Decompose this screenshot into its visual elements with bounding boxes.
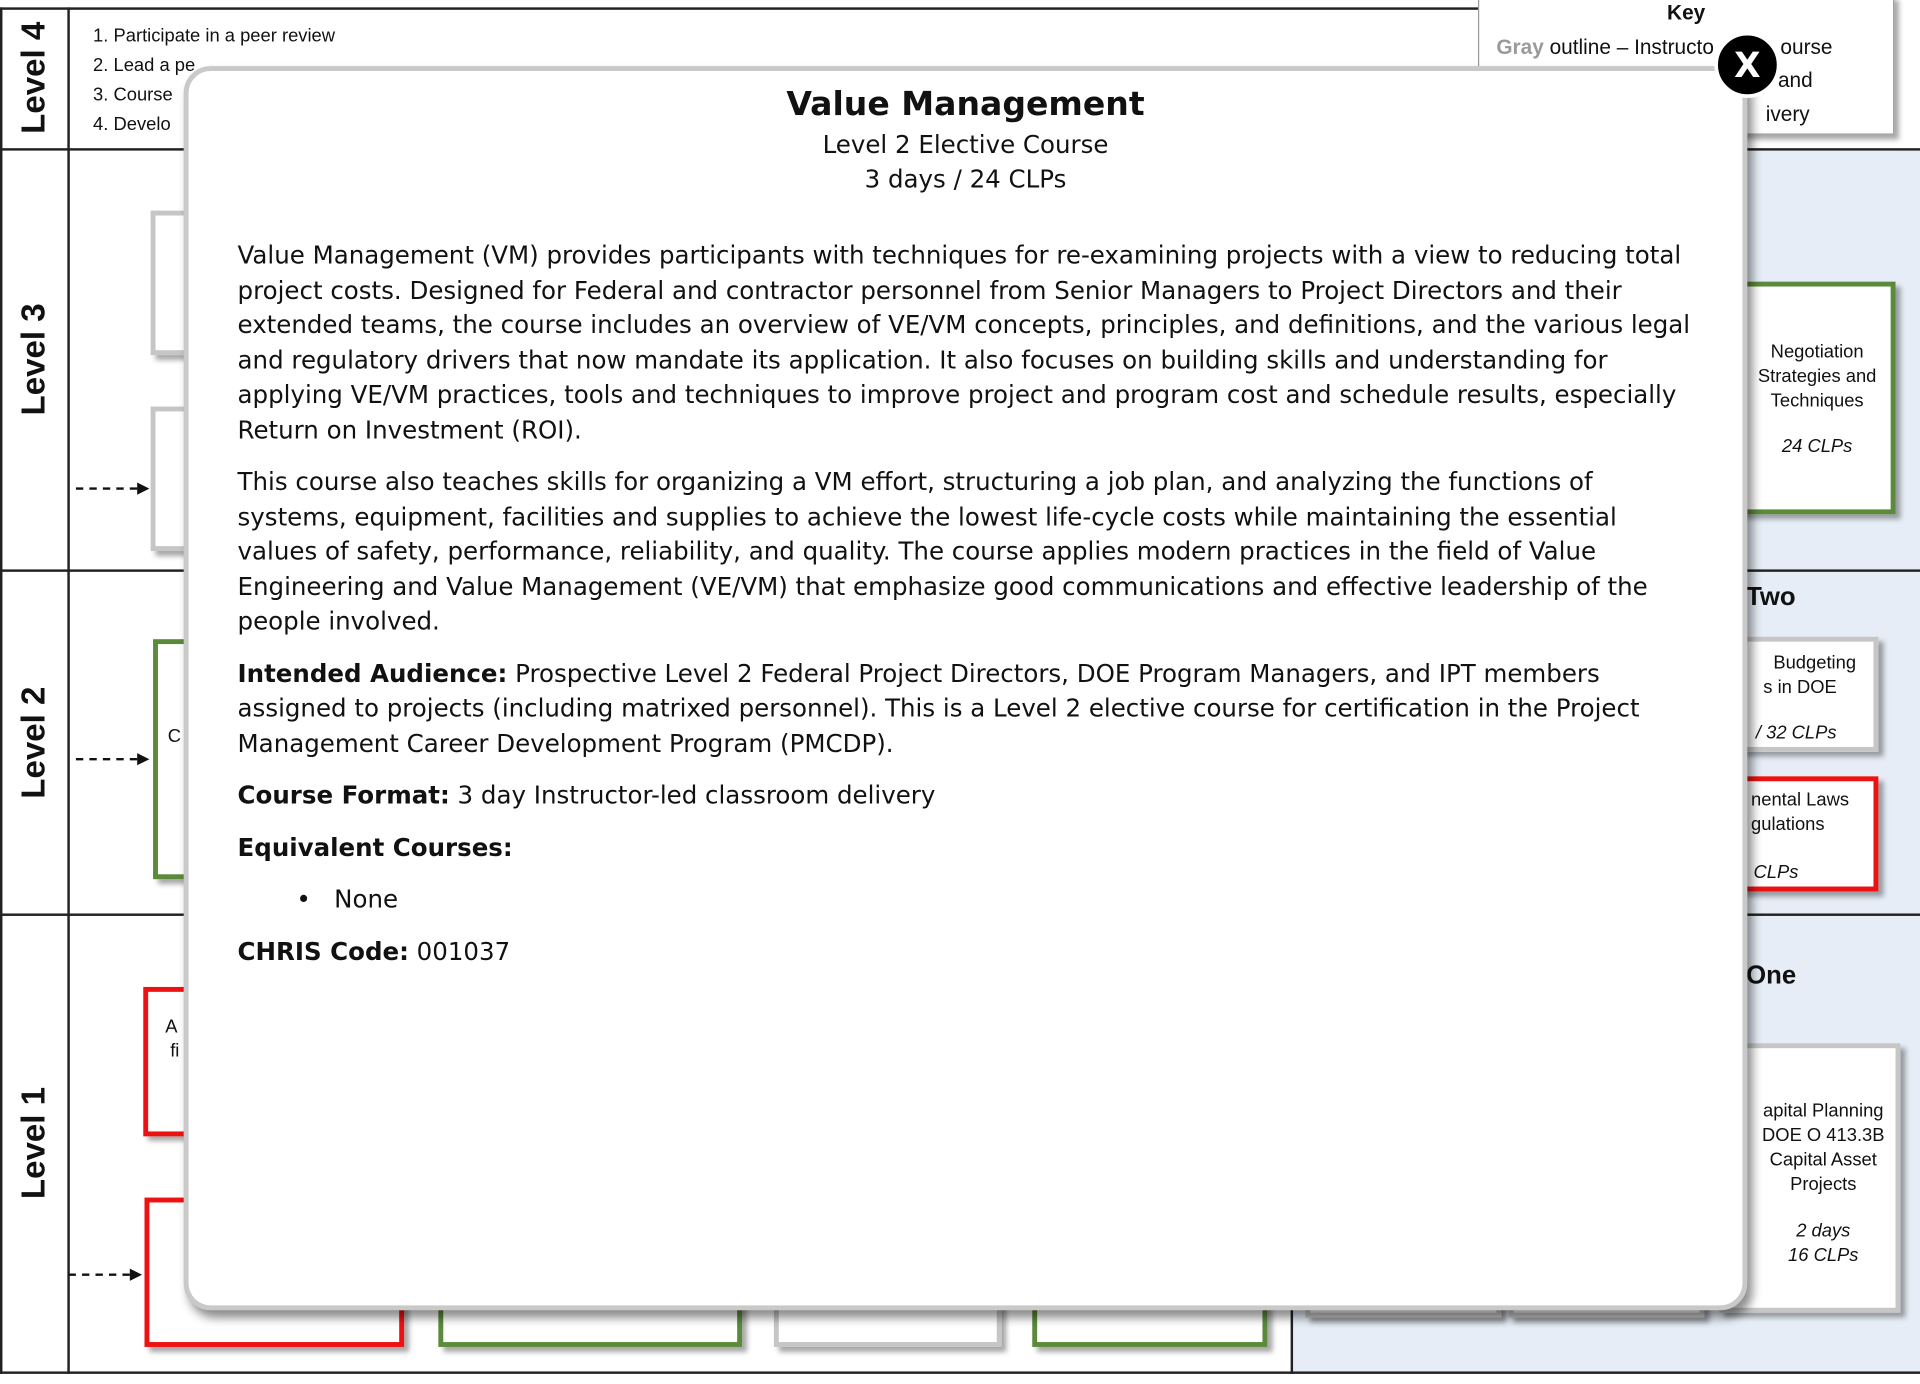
modal-subtitle: Level 2 Elective Course xyxy=(822,129,1109,160)
intended-audience: Intended Audience: Prospective Level 2 F… xyxy=(237,658,1640,758)
course-detail-modal: Value Management Level 2 Elective Course… xyxy=(183,66,1748,1311)
modal-duration: 3 days / 24 CLPs xyxy=(864,164,1067,194)
description-paragraph: Value Management (VM) provides participa… xyxy=(237,240,1691,444)
key-line-1-tail: ourse xyxy=(1780,35,1833,59)
key-line-2-tail: and xyxy=(1777,68,1813,92)
course-format: Course Format: 3 day Instructor-led clas… xyxy=(237,780,936,810)
dashed-arrow xyxy=(68,1268,143,1281)
level-1-label: Level 1 xyxy=(15,1087,53,1200)
course-box-environmental[interactable]: nental Laws gulations CLPs xyxy=(1726,776,1879,892)
level-3-label: Level 3 xyxy=(15,303,53,416)
list-item: 1. Participate in a peer review xyxy=(93,25,336,47)
level-2-label: Level 2 xyxy=(15,685,53,799)
equivalent-courses-label: Equivalent Courses: xyxy=(237,832,513,862)
chris-code: CHRIS Code: 001037 xyxy=(237,936,511,966)
dashed-arrow xyxy=(75,753,150,766)
modal-body: Value Management (VM) provides participa… xyxy=(238,238,1694,986)
page-scaler: Level 4 Level 3 Level 2 Level 1 1. Parti… xyxy=(0,0,1920,1384)
course-box-negotiation[interactable]: Negotiation Strategies and Techniques 24… xyxy=(1738,281,1896,515)
section-heading-one: One xyxy=(1746,961,1797,990)
dashed-arrow xyxy=(75,482,150,495)
close-button[interactable]: X xyxy=(1714,31,1781,98)
section-heading-two: Two xyxy=(1746,582,1796,612)
key-line-3-tail: ivery xyxy=(1765,102,1810,127)
list-item: • None xyxy=(296,884,399,914)
grid-line xyxy=(0,7,1482,10)
course-box-budgeting[interactable]: Budgeting s in DOE / 32 CLPs xyxy=(1726,636,1879,752)
grid-line xyxy=(0,1371,1920,1374)
modal-title: Value Management xyxy=(786,85,1145,124)
key-title: Key xyxy=(1667,1,1706,25)
description-paragraph: This course also teaches skills for orga… xyxy=(237,466,1648,636)
key-line-1: Gray outline – Instructo xyxy=(1496,35,1714,59)
level-4-label: Level 4 xyxy=(15,21,53,134)
